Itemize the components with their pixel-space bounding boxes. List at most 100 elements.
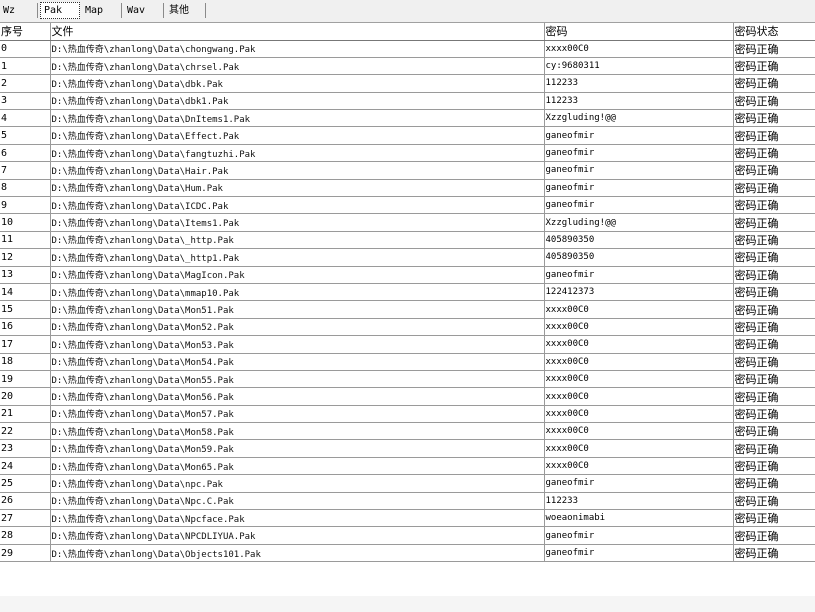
file-path: D:\热血传奇\zhanlong\Data\ICDC.Pak [50, 196, 545, 215]
password: xxxx00C0 [544, 40, 734, 58]
password: xxxx00C0 [544, 422, 734, 441]
table-header-row: 序号 文件 密码 密码状态 [0, 23, 815, 41]
table-row[interactable]: 8 D:\热血传奇\zhanlong\Data\Hum.Pak ganeofmir 密… [0, 179, 815, 198]
table-row[interactable]: 7 D:\热血传奇\zhanlong\Data\Hair.Pak ganeofmir… [0, 161, 815, 180]
file-path: D:\热血传奇\zhanlong\Data\Mon57.Pak [50, 405, 545, 424]
password-status: 密码正确 [733, 509, 815, 528]
row-index: 23 [0, 439, 51, 458]
tab-wav[interactable]: Wav [124, 3, 164, 18]
table-row[interactable]: 12 D:\热血传奇\zhanlong\Data\_http1.Pak 405890… [0, 248, 815, 267]
password-status: 密码正确 [733, 526, 815, 545]
password-status: 密码正确 [733, 492, 815, 511]
password: cy:9680311 [544, 57, 734, 76]
file-path: D:\热血传奇\zhanlong\Data\dbk.Pak [50, 74, 545, 93]
password: ganeofmir [544, 526, 734, 545]
password-status: 密码正确 [733, 179, 815, 198]
table-row[interactable]: 5 D:\热血传奇\zhanlong\Data\Effect.Pak ganeofm… [0, 126, 815, 145]
row-index: 25 [0, 474, 51, 493]
row-index: 4 [0, 109, 51, 128]
row-index: 21 [0, 405, 51, 424]
table-row[interactable]: 27 D:\热血传奇\zhanlong\Data\Npcface.Pak woeao… [0, 509, 815, 528]
password-status: 密码正确 [733, 144, 815, 163]
table-row[interactable]: 3 D:\热血传奇\zhanlong\Data\dbk1.Pak 112233 密码正… [0, 92, 815, 111]
bottom-edge [0, 596, 815, 612]
column-header-file[interactable]: 文件 [50, 23, 545, 41]
tab-map[interactable]: Map [82, 3, 122, 18]
row-index: 3 [0, 92, 51, 111]
row-index: 6 [0, 144, 51, 163]
table-row[interactable]: 25 D:\热血传奇\zhanlong\Data\npc.Pak ganeofmir… [0, 474, 815, 493]
table-row[interactable]: 21 D:\热血传奇\zhanlong\Data\Mon57.Pak xxxx00C… [0, 405, 815, 424]
row-index: 9 [0, 196, 51, 215]
table-row[interactable]: 4 D:\热血传奇\zhanlong\Data\DnItems1.Pak Xzzgl… [0, 109, 815, 128]
password: 405890350 [544, 248, 734, 267]
password-status: 密码正确 [733, 387, 815, 406]
file-path: D:\热血传奇\zhanlong\Data\Hair.Pak [50, 161, 545, 180]
pak-file-list[interactable]: 序号 文件 密码 密码状态 0 D:\热血传奇\zhanlong\Data\cho… [0, 23, 815, 608]
table-row[interactable]: 16 D:\热血传奇\zhanlong\Data\Mon52.Pak xxxx00C… [0, 318, 815, 337]
password: Xzzgluding!@@ [544, 213, 734, 232]
password: xxxx00C0 [544, 300, 734, 319]
table-row[interactable]: 22 D:\热血传奇\zhanlong\Data\Mon58.Pak xxxx00C… [0, 422, 815, 441]
table-row[interactable]: 0 D:\热血传奇\zhanlong\Data\chongwang.Pak xxxx… [0, 40, 815, 58]
table-row[interactable]: 29 D:\热血传奇\zhanlong\Data\Objects101.Pak ga… [0, 544, 815, 563]
file-path: D:\热血传奇\zhanlong\Data\Mon55.Pak [50, 370, 545, 389]
table-row[interactable]: 6 D:\热血传奇\zhanlong\Data\fangtuzhi.Pak gane… [0, 144, 815, 163]
table-row[interactable]: 19 D:\热血传奇\zhanlong\Data\Mon55.Pak xxxx00C… [0, 370, 815, 389]
row-index: 27 [0, 509, 51, 528]
file-path: D:\热血传奇\zhanlong\Data\Mon54.Pak [50, 353, 545, 371]
table-row[interactable]: 18 D:\热血传奇\zhanlong\Data\Mon54.Pak xxxx00C… [0, 353, 815, 371]
table-row[interactable]: 14 D:\热血传奇\zhanlong\Data\mmap10.Pak 122412… [0, 283, 815, 302]
tab-bar: Wz Pak Map Wav 其他 [0, 0, 815, 23]
password: 112233 [544, 92, 734, 111]
row-index: 7 [0, 161, 51, 180]
file-path: D:\热血传奇\zhanlong\Data\Hum.Pak [50, 179, 545, 198]
row-index: 0 [0, 40, 51, 58]
table-row[interactable]: 23 D:\热血传奇\zhanlong\Data\Mon59.Pak xxxx00C… [0, 439, 815, 458]
table-row[interactable]: 11 D:\热血传奇\zhanlong\Data\_http.Pak 4058903… [0, 231, 815, 250]
column-header-password-status[interactable]: 密码状态 [733, 23, 815, 41]
column-header-password[interactable]: 密码 [544, 23, 734, 41]
table-body: 0 D:\热血传奇\zhanlong\Data\chongwang.Pak xxxx… [0, 40, 815, 563]
table-row[interactable]: 17 D:\热血传奇\zhanlong\Data\Mon53.Pak xxxx00C… [0, 335, 815, 354]
password-status: 密码正确 [733, 283, 815, 302]
file-path: D:\热血传奇\zhanlong\Data\dbk1.Pak [50, 92, 545, 111]
password-status: 密码正确 [733, 109, 815, 128]
table-row[interactable]: 1 D:\热血传奇\zhanlong\Data\chrsel.Pak cy:9680… [0, 57, 815, 76]
password: ganeofmir [544, 126, 734, 145]
table-row[interactable]: 15 D:\热血传奇\zhanlong\Data\Mon51.Pak xxxx00C… [0, 300, 815, 319]
password: ganeofmir [544, 474, 734, 493]
table-row[interactable]: 26 D:\热血传奇\zhanlong\Data\Npc.C.Pak 112233 密… [0, 492, 815, 511]
password-status: 密码正确 [733, 370, 815, 389]
file-path: D:\热血传奇\zhanlong\Data\Mon52.Pak [50, 318, 545, 337]
file-path: D:\热血传奇\zhanlong\Data\Mon58.Pak [50, 422, 545, 441]
table-row[interactable]: 13 D:\热血传奇\zhanlong\Data\MagIcon.Pak ganeo… [0, 266, 815, 284]
file-path: D:\热血传奇\zhanlong\Data\DnItems1.Pak [50, 109, 545, 128]
table-row[interactable]: 28 D:\热血传奇\zhanlong\Data\NPCDLIYUA.Pak gan… [0, 526, 815, 545]
row-index: 29 [0, 544, 51, 563]
password: Xzzgluding!@@ [544, 109, 734, 128]
tab-pak[interactable]: Pak [40, 2, 80, 19]
table-row[interactable]: 20 D:\热血传奇\zhanlong\Data\Mon56.Pak xxxx00C… [0, 387, 815, 406]
table-row[interactable]: 2 D:\热血传奇\zhanlong\Data\dbk.Pak 112233 密码正确 [0, 74, 815, 93]
tab-wz[interactable]: Wz [0, 3, 38, 18]
file-path: D:\热血传奇\zhanlong\Data\npc.Pak [50, 474, 545, 493]
password-status: 密码正确 [733, 161, 815, 180]
tab-other[interactable]: 其他 [166, 3, 206, 18]
pak-table: 序号 文件 密码 密码状态 0 D:\热血传奇\zhanlong\Data\cho… [0, 23, 815, 563]
password-status: 密码正确 [733, 231, 815, 250]
password: woeaonimabi [544, 509, 734, 528]
password: ganeofmir [544, 144, 734, 163]
row-index: 8 [0, 179, 51, 198]
table-row[interactable]: 24 D:\热血传奇\zhanlong\Data\Mon65.Pak xxxx00C… [0, 457, 815, 476]
table-row[interactable]: 9 D:\热血传奇\zhanlong\Data\ICDC.Pak ganeofmir… [0, 196, 815, 215]
table-row[interactable]: 10 D:\热血传奇\zhanlong\Data\Items1.Pak Xzzglu… [0, 213, 815, 232]
password-status: 密码正确 [733, 457, 815, 476]
row-index: 14 [0, 283, 51, 302]
password-status: 密码正确 [733, 92, 815, 111]
password-status: 密码正确 [733, 300, 815, 319]
column-header-index[interactable]: 序号 [0, 23, 51, 41]
file-path: D:\热血传奇\zhanlong\Data\Objects101.Pak [50, 544, 545, 563]
file-path: D:\热血传奇\zhanlong\Data\NPCDLIYUA.Pak [50, 526, 545, 545]
file-path: D:\热血传奇\zhanlong\Data\MagIcon.Pak [50, 266, 545, 284]
